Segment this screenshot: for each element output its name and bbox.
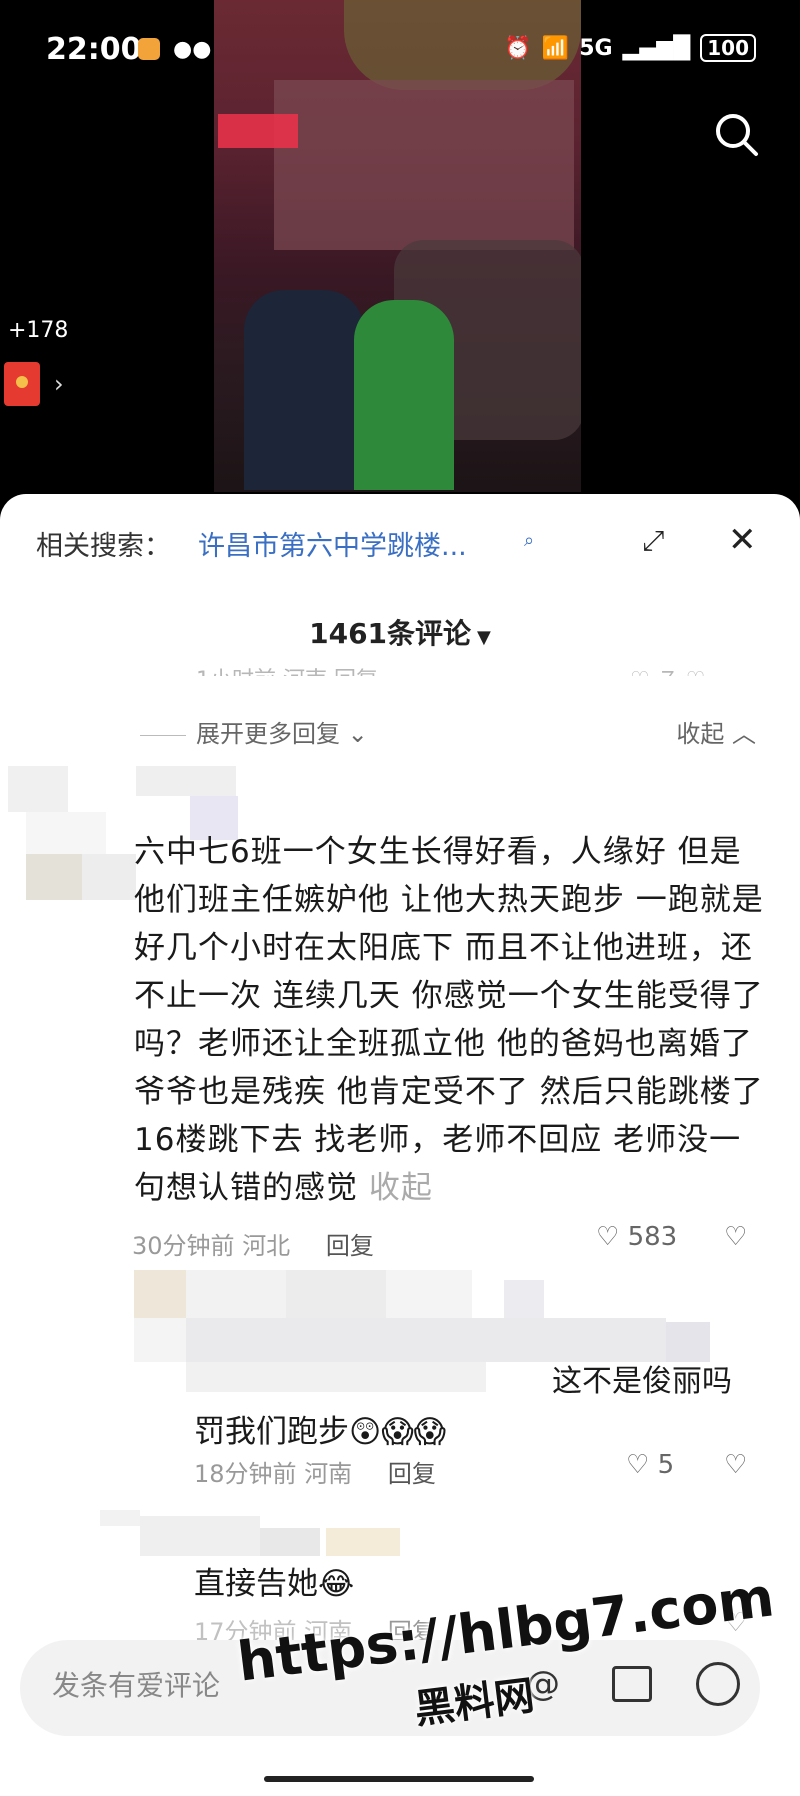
signal-icon: ▂▄▆█	[622, 35, 691, 61]
reply-text: 罚我们跑步😲😱😱	[194, 1414, 446, 1450]
collapse-comment-link[interactable]: 收起	[369, 1170, 433, 1206]
comment-time: 30分钟前	[132, 1232, 235, 1260]
search-icon[interactable]: ⌕	[524, 530, 534, 551]
collapse-label: 收起	[676, 720, 725, 748]
status-time: 22:00	[46, 32, 142, 67]
video-person	[244, 290, 364, 490]
related-search-label: 相关搜索：	[36, 531, 171, 562]
dislike-icon[interactable]: ♡	[724, 1222, 747, 1252]
battery-indicator: 100	[700, 34, 756, 62]
red-packet-icon[interactable]	[4, 362, 40, 406]
heart-icon: ♡	[626, 1450, 650, 1480]
reply-avatar-blur[interactable]	[100, 1504, 400, 1560]
image-icon[interactable]	[612, 1666, 652, 1702]
like-button[interactable]: ♡ 583	[596, 1222, 677, 1252]
related-search-link[interactable]: 许昌市第六中学跳楼...	[198, 524, 467, 563]
reply-button[interactable]: 回复	[326, 1232, 374, 1260]
comment-count[interactable]: 1461条评论 ▼	[0, 612, 800, 652]
cut-off-actions: ♡ ７ ♡	[630, 662, 705, 676]
reward-count: +178	[8, 318, 69, 343]
divider	[140, 734, 186, 736]
video-person	[354, 300, 454, 490]
comment-location: 河北	[242, 1232, 291, 1260]
expand-more-replies[interactable]: 展开更多回复 ⌄	[140, 714, 368, 749]
like-count: 5	[657, 1450, 675, 1480]
reply-button[interactable]: 回复	[388, 1460, 436, 1488]
collapse-replies[interactable]: 收起 ︿	[676, 714, 756, 749]
heart-icon: ♡	[596, 1222, 620, 1252]
video-building	[274, 80, 574, 250]
video-red-sign	[218, 114, 298, 148]
app-notification-icon	[138, 38, 160, 60]
like-count: 583	[627, 1222, 678, 1252]
reply-text: 直接告她😂	[194, 1566, 355, 1602]
expand-icon[interactable]: ⤢	[642, 524, 664, 558]
comment-input-placeholder: 发条有爱评论	[52, 1669, 221, 1702]
wechat-icon: ●●	[173, 36, 212, 62]
avatar[interactable]	[8, 766, 136, 906]
cut-off-meta: 1小时前 河南 回复	[196, 662, 378, 676]
caret-down-icon: ▼	[477, 627, 491, 648]
home-indicator[interactable]	[264, 1776, 534, 1782]
comment-body: 六中七6班一个女生长得好看，人缘好 但是他们班主任嫉妒他 让他大热天跑步 一跑就…	[134, 834, 764, 1206]
wifi-icon: 📶	[541, 35, 570, 61]
comment-text: 六中七6班一个女生长得好看，人缘好 但是他们班主任嫉妒他 让他大热天跑步 一跑就…	[134, 828, 770, 1212]
notification-icons: ●●	[138, 36, 211, 62]
close-icon[interactable]: ✕	[728, 520, 757, 560]
comment-count-label: 1461条评论	[309, 617, 472, 650]
status-bar: 22:00 ●● ⏰ 📶 5G ▂▄▆█ 100	[0, 0, 800, 100]
reply-quote: 这不是俊丽吗	[552, 1364, 732, 1399]
search-icon[interactable]	[710, 108, 764, 162]
reply-time: 18分钟前	[194, 1460, 297, 1488]
like-button[interactable]: ♡ 5	[626, 1450, 674, 1480]
chevron-up-icon: ︿	[732, 720, 756, 748]
status-right: ⏰ 📶 5G ▂▄▆█ 100	[504, 34, 756, 62]
emoji-icon[interactable]	[696, 1662, 740, 1706]
dislike-icon[interactable]: ♡	[724, 1450, 747, 1480]
chevron-right-icon[interactable]: ›	[54, 370, 64, 398]
reply-location: 河南	[304, 1460, 353, 1488]
chevron-down-icon: ⌄	[347, 720, 368, 748]
reply-meta: 18分钟前 河南 回复	[194, 1454, 436, 1489]
network-label: 5G	[579, 35, 613, 61]
alarm-icon: ⏰	[504, 35, 532, 61]
comment-meta: 30分钟前 河北 回复	[132, 1226, 374, 1261]
expand-more-label: 展开更多回复	[196, 720, 340, 748]
